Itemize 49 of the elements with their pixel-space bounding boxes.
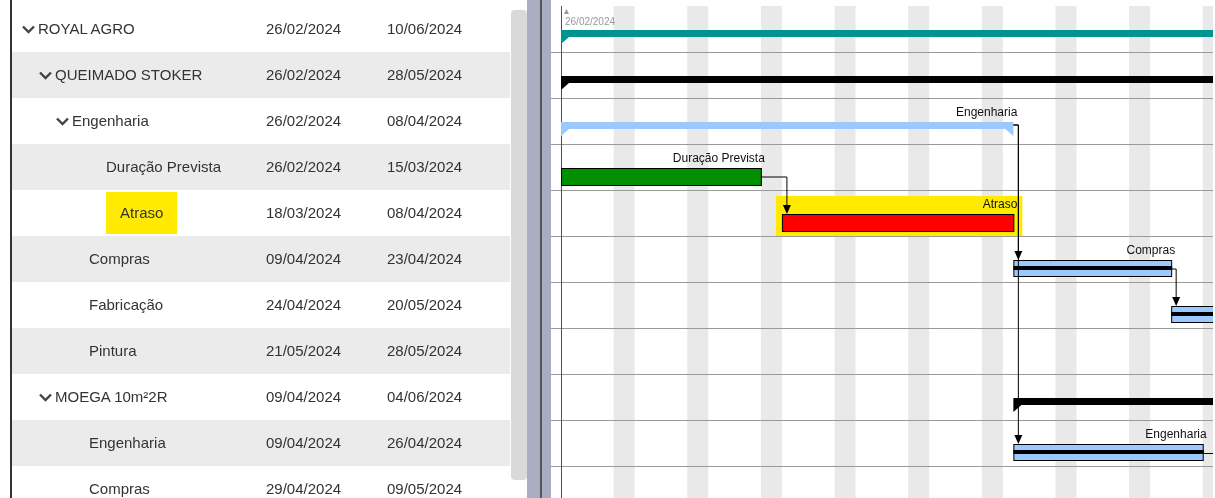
task-name: Fabricação	[89, 294, 164, 315]
bar-label: Atraso	[982, 197, 1018, 211]
start-date: 26/02/2024	[266, 64, 343, 85]
end-date: 20/05/2024	[387, 294, 464, 315]
end-date: 08/04/2024	[387, 202, 464, 223]
scrollbar[interactable]	[511, 10, 527, 480]
dependency-arrow	[1170, 268, 1181, 306]
task-name: QUEIMADO STOKER	[55, 64, 203, 85]
bar-label: Compras	[1126, 243, 1176, 257]
task-name: Engenharia	[72, 110, 149, 131]
chevron-down-icon[interactable]	[38, 392, 52, 402]
dependency-line	[1202, 453, 1213, 454]
task-name: Compras	[89, 478, 150, 498]
task-name: ROYAL AGRO	[38, 18, 135, 39]
bar-label: Engenharia	[955, 105, 1018, 119]
end-date: 08/04/2024	[387, 110, 464, 131]
start-date: 26/02/2024	[266, 18, 343, 39]
bar-label: Engenharia	[1145, 427, 1207, 441]
start-date: 26/02/2024	[266, 156, 343, 177]
start-date: 09/04/2024	[266, 386, 343, 407]
start-date: 29/04/2024	[266, 478, 343, 498]
start-date: 21/05/2024	[266, 340, 343, 361]
start-date: 24/04/2024	[266, 294, 343, 315]
chevron-down-icon[interactable]	[55, 116, 69, 126]
task-name: Compras	[89, 248, 150, 269]
splitter[interactable]	[527, 0, 551, 498]
task-name: MOEGA 10m²2R	[55, 386, 168, 407]
end-date: 09/05/2024	[387, 478, 464, 498]
end-date: 15/03/2024	[387, 156, 464, 177]
end-date: 23/04/2024	[387, 248, 464, 269]
marker-icon	[564, 9, 569, 14]
task-name: Engenharia	[89, 432, 166, 453]
task-name: Duração Prevista	[106, 156, 222, 177]
end-date: 26/04/2024	[387, 432, 464, 453]
bar-label: Duração Prevista	[672, 151, 765, 165]
task-name: Pintura	[89, 340, 137, 361]
end-date: 28/05/2024	[387, 340, 464, 361]
dependency-arrow	[760, 176, 791, 214]
chevron-down-icon[interactable]	[38, 70, 52, 80]
task-name: Atraso	[106, 191, 178, 235]
start-date: 18/03/2024	[266, 202, 343, 223]
start-date: 26/02/2024	[266, 110, 343, 131]
start-date-label: 26/02/2024	[565, 16, 616, 27]
start-date: 09/04/2024	[266, 248, 343, 269]
chevron-down-icon[interactable]	[21, 24, 35, 34]
end-date: 28/05/2024	[387, 64, 464, 85]
end-date: 04/06/2024	[387, 386, 464, 407]
end-date: 10/06/2024	[387, 18, 464, 39]
start-date: 09/04/2024	[266, 432, 343, 453]
